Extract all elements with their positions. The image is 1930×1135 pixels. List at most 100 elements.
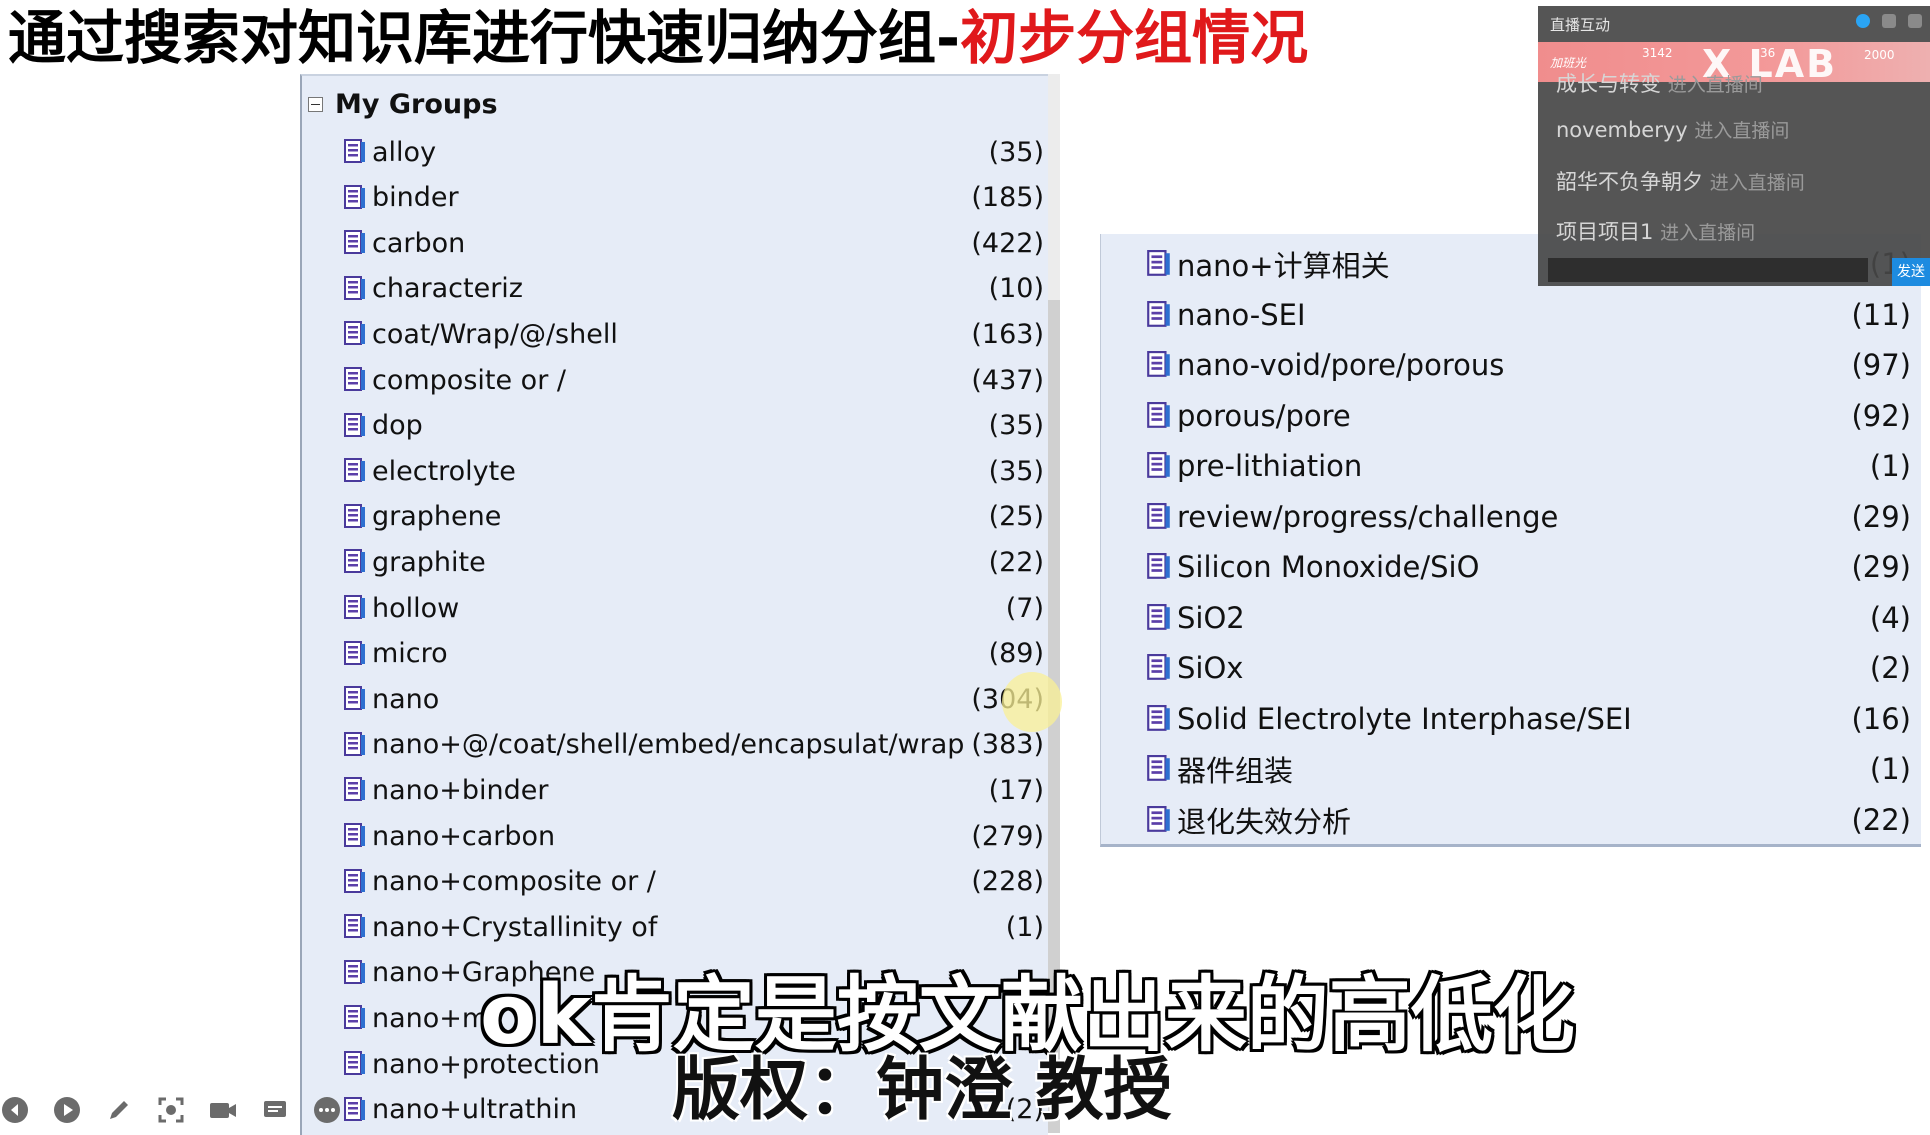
collapse-icon[interactable] — [308, 96, 323, 112]
group-item[interactable]: electrolyte (35) — [344, 449, 1044, 493]
live-chat-overlay: 直播互动 加班光 3142 X LAB 36 2000 成长与转变 进入直播间 … — [1538, 6, 1930, 286]
group-label: characteriz — [372, 273, 523, 305]
group-folder-icon — [344, 412, 372, 439]
group-label: graphene — [372, 501, 502, 533]
tree-header-label: My Groups — [335, 88, 498, 120]
group-item[interactable]: nano+Crystallinity of (1) — [344, 905, 1044, 949]
group-item[interactable]: carbon (422) — [344, 221, 1044, 265]
group-item[interactable]: 器件组装 (1) — [1147, 745, 1911, 793]
group-folder-icon — [344, 1005, 372, 1031]
group-count: (1) — [1005, 911, 1044, 943]
group-item[interactable]: graphite (22) — [344, 540, 1044, 584]
caption-icon[interactable] — [260, 1095, 290, 1125]
more-icon[interactable] — [312, 1095, 342, 1125]
group-item[interactable]: alloy (35) — [344, 130, 1044, 174]
group-folder-icon — [1147, 502, 1177, 531]
play-icon[interactable] — [52, 1095, 82, 1125]
group-item[interactable]: nano+carbon (279) — [344, 814, 1044, 858]
pen-icon[interactable] — [104, 1095, 134, 1125]
group-folder-icon — [344, 731, 372, 758]
tree-header[interactable]: My Groups — [308, 84, 498, 124]
chat-message: 项目项目1 进入直播间 — [1556, 216, 1755, 246]
lock-icon[interactable] — [1882, 14, 1896, 28]
group-label: graphite — [372, 546, 486, 578]
chat-user: novemberyy — [1556, 118, 1688, 142]
group-count: (89) — [988, 638, 1044, 670]
groups-tree-panel-right: nano+计算相关(1)nano-SEI(11)nano-void/pore/p… — [1100, 234, 1921, 847]
screenshot-icon[interactable] — [156, 1095, 186, 1125]
chat-message: novemberyy 进入直播间 — [1556, 116, 1789, 143]
group-item[interactable]: nano(304) — [344, 677, 1044, 721]
send-button[interactable]: 发送 — [1892, 258, 1930, 286]
group-item[interactable]: dop (35) — [344, 404, 1044, 448]
group-count: (22) — [988, 546, 1044, 578]
group-item[interactable]: SiOx (2) — [1147, 644, 1911, 692]
group-folder-icon — [344, 184, 372, 211]
group-item[interactable]: 退化失效分析 (22) — [1147, 796, 1911, 844]
group-item[interactable]: binder (185) — [344, 176, 1044, 220]
group-item[interactable]: nano+binder (17) — [344, 768, 1044, 812]
group-label: electrolyte — [372, 455, 516, 487]
group-label: nano+Crystallinity of — [372, 911, 658, 943]
group-count: (11) — [1851, 297, 1911, 332]
group-folder-icon — [344, 914, 372, 940]
group-folder-icon — [344, 1096, 372, 1123]
group-item[interactable]: nano+@/coat/shell/embed/encapsulat/wrap(… — [344, 723, 1044, 767]
group-item[interactable]: micro (89) — [344, 632, 1044, 676]
group-item[interactable]: graphene (25) — [344, 495, 1044, 539]
chat-user: 项目项目1 — [1556, 220, 1654, 244]
chat-text: 进入直播间 — [1660, 222, 1756, 244]
group-label: 器件组装 — [1177, 754, 1294, 788]
group-label: porous/pore — [1177, 398, 1351, 433]
group-count: (383) — [971, 729, 1044, 761]
group-label: nano-SEI — [1177, 297, 1306, 332]
group-label: nano — [372, 683, 440, 715]
group-label: nano+composite or / — [372, 866, 656, 898]
group-count: (29) — [1851, 499, 1911, 534]
group-label: nano+@/coat/shell/embed/encapsulat/wrap — [372, 729, 965, 761]
group-label: composite or / — [372, 364, 566, 396]
page-title: 通过搜索对知识库进行快速归纳分组-初步分组情况 — [8, 0, 1308, 80]
group-item[interactable]: porous/pore (92) — [1147, 392, 1911, 440]
group-folder-icon — [344, 275, 372, 302]
group-folder-icon — [1147, 300, 1177, 329]
group-label: SiO2 — [1177, 600, 1245, 635]
group-folder-icon — [344, 640, 372, 667]
group-folder-icon — [1147, 603, 1177, 632]
group-label: SiOx — [1177, 651, 1244, 685]
group-item[interactable]: nano-void/pore/porous (97) — [1147, 341, 1911, 389]
group-item[interactable]: hollow (7) — [344, 586, 1044, 630]
group-item[interactable]: SiO2 (4) — [1147, 594, 1911, 642]
group-item[interactable]: review/progress/challenge (29) — [1147, 493, 1911, 541]
chat-message: 成长与转变 进入直播间 — [1556, 68, 1763, 98]
group-folder-icon — [1147, 805, 1177, 834]
group-item[interactable]: nano-SEI (11) — [1147, 291, 1911, 339]
group-folder-icon — [344, 1051, 372, 1077]
group-folder-icon — [1147, 704, 1177, 733]
group-count: (422) — [971, 227, 1044, 259]
group-item[interactable]: coat/Wrap/@/shell (163) — [344, 312, 1044, 356]
group-item[interactable]: Solid Electrolyte Interphase/SEI (16) — [1147, 695, 1911, 743]
group-folder-icon — [344, 367, 372, 393]
refresh-icon[interactable] — [1856, 14, 1870, 28]
group-count: (1) — [1869, 449, 1911, 483]
banner-number: 3142 — [1642, 46, 1673, 60]
chat-input[interactable] — [1548, 258, 1868, 282]
group-count: (437) — [971, 364, 1044, 396]
settings-icon[interactable] — [1908, 14, 1922, 28]
group-label: coat/Wrap/@/shell — [372, 318, 618, 350]
group-count: (10) — [988, 273, 1044, 305]
group-count: (4) — [1869, 600, 1911, 635]
title-main: 通过搜索对知识库进行快速归纳分组- — [8, 4, 961, 72]
group-item[interactable]: Silicon Monoxide/SiO (29) — [1147, 543, 1911, 591]
group-count: (17) — [988, 774, 1044, 806]
scrollbar-track[interactable] — [1046, 74, 1060, 300]
group-item[interactable]: characteriz (10) — [344, 267, 1044, 311]
group-item[interactable]: nano+composite or / (228) — [344, 860, 1044, 904]
group-count: (2) — [1869, 651, 1911, 685]
back-icon[interactable] — [0, 1095, 30, 1125]
camera-icon[interactable] — [208, 1095, 238, 1125]
group-item[interactable]: pre-lithiation (1) — [1147, 442, 1911, 490]
banner-right-text: 2000 — [1864, 48, 1895, 62]
group-item[interactable]: composite or / (437) — [344, 358, 1044, 402]
